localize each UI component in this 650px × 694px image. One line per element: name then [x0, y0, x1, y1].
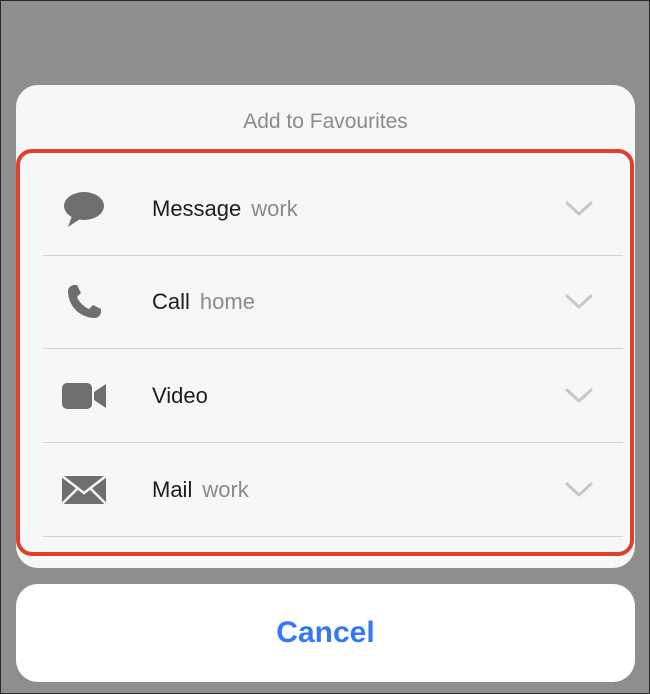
highlight-outline: [16, 149, 634, 556]
cancel-button[interactable]: Cancel: [16, 584, 635, 682]
sheet-title: Add to Favourites: [243, 110, 408, 133]
